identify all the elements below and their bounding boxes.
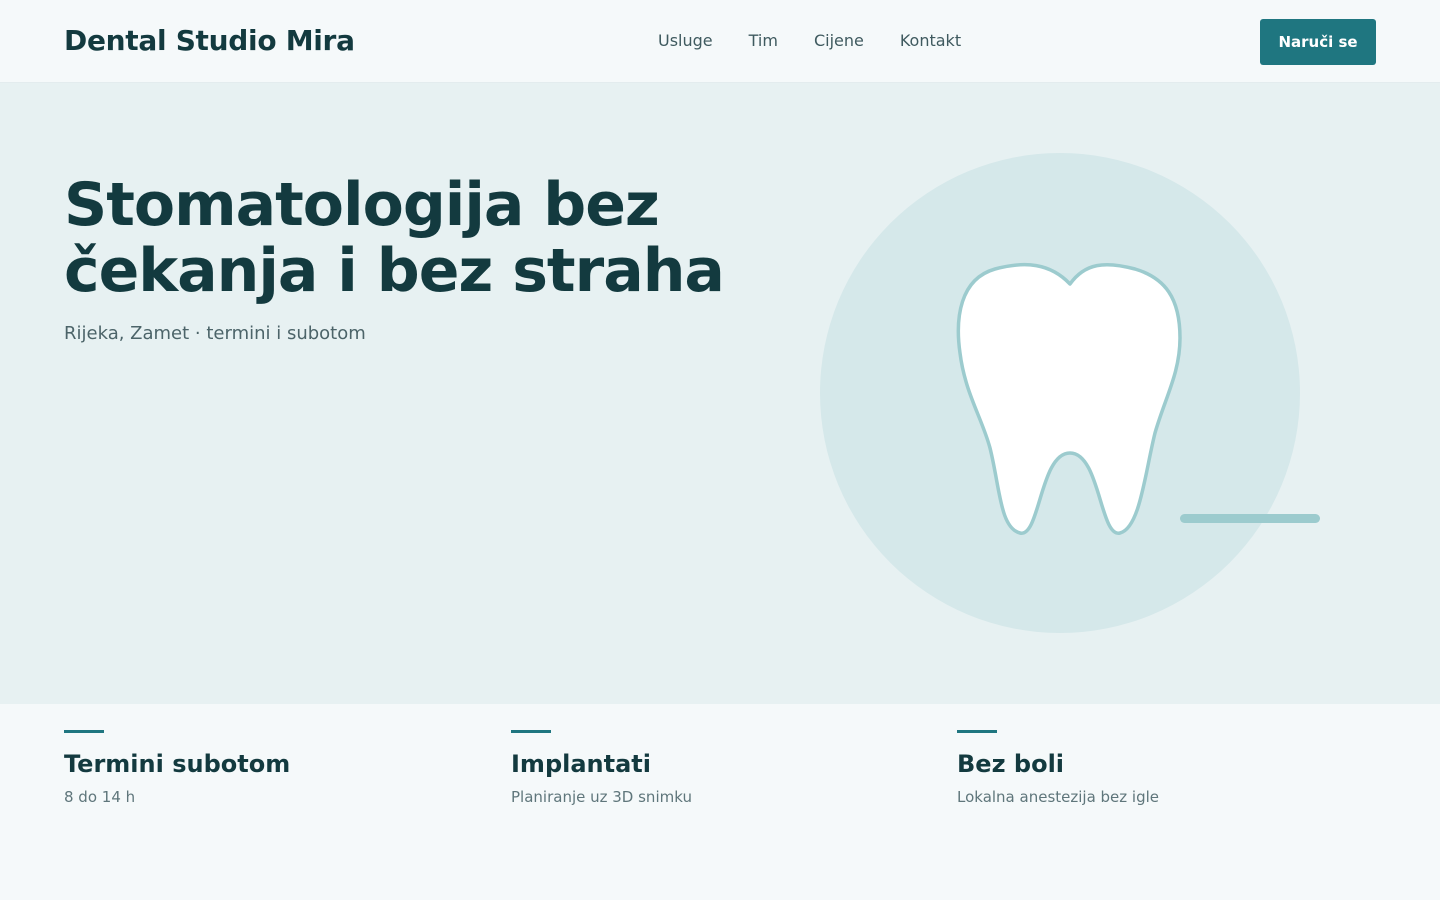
feature-description: Lokalna anestezija bez igle bbox=[957, 788, 1160, 806]
feature-accent-bar bbox=[64, 730, 104, 733]
hero-subtitle: Rijeka, Zamet · termini i subotom bbox=[64, 323, 366, 344]
brand-logo[interactable]: Dental Studio Mira bbox=[64, 24, 355, 57]
nav-link-usluge[interactable]: Usluge bbox=[658, 31, 713, 50]
feature-title: Termini subotom bbox=[64, 750, 291, 778]
feature-card: Termini subotom 8 do 14 h bbox=[64, 730, 484, 806]
feature-description: Planiranje uz 3D snimku bbox=[511, 788, 692, 806]
main-nav: Usluge Tim Cijene Kontakt bbox=[658, 31, 961, 50]
site-header: Dental Studio Mira Usluge Tim Cijene Kon… bbox=[0, 0, 1440, 83]
feature-accent-bar bbox=[957, 730, 997, 733]
book-appointment-button[interactable]: Naruči se bbox=[1260, 19, 1376, 65]
hero-illustration bbox=[820, 153, 1320, 633]
nav-link-tim[interactable]: Tim bbox=[749, 31, 778, 50]
hero-section: Stomatologija bez čekanja i bez straha R… bbox=[0, 83, 1440, 704]
decorative-bar bbox=[1180, 514, 1320, 523]
feature-title: Implantati bbox=[511, 750, 651, 778]
feature-card: Implantati Planiranje uz 3D snimku bbox=[511, 730, 931, 806]
feature-description: 8 do 14 h bbox=[64, 788, 136, 806]
nav-link-cijene[interactable]: Cijene bbox=[814, 31, 864, 50]
feature-accent-bar bbox=[511, 730, 551, 733]
hero-title: Stomatologija bez čekanja i bez straha bbox=[64, 170, 725, 306]
feature-title: Bez boli bbox=[957, 750, 1065, 778]
nav-link-kontakt[interactable]: Kontakt bbox=[900, 31, 961, 50]
features-section: Termini subotom 8 do 14 h Implantati Pla… bbox=[0, 704, 1440, 900]
feature-card: Bez boli Lokalna anestezija bez igle bbox=[957, 730, 1377, 806]
